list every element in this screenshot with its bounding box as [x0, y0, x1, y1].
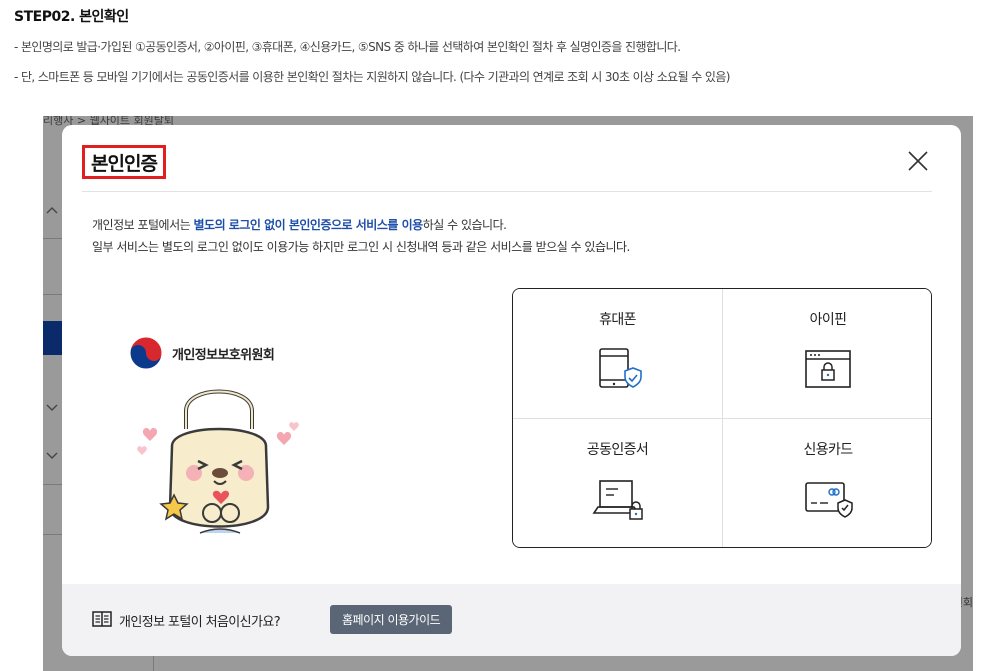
- homepage-guide-button[interactable]: 홈페이지 이용가이드: [330, 605, 453, 634]
- close-icon: [908, 151, 928, 171]
- auth-option-label: 아이핀: [809, 312, 847, 328]
- book-icon: [92, 611, 112, 627]
- identity-verification-modal: 본인인증 개인정보 포털에서는 별도의 로그인 없이 본인인증으로 서비스를 이…: [62, 125, 961, 656]
- step-description-2: - 단, 스마트폰 등 모바일 기기에서는 공동인증서를 이용한 본인확인 절차…: [14, 70, 730, 84]
- auth-option-label: 신용카드: [803, 442, 853, 458]
- chevron-down-icon: [45, 400, 59, 414]
- auth-option-credit-card[interactable]: 신용카드: [723, 419, 931, 547]
- auth-option-certificate[interactable]: 공동인증서: [513, 419, 723, 547]
- chevron-up-icon: [45, 204, 59, 218]
- auth-option-ipin[interactable]: 아이핀: [723, 289, 931, 419]
- taegeuk-emblem-icon: [129, 336, 163, 370]
- modal-footer: 개인정보 포털이 처음이신가요? 홈페이지 이용가이드: [62, 584, 961, 656]
- pipc-logo: 개인정보보호위원회: [128, 335, 275, 371]
- auth-option-mobile[interactable]: 휴대폰: [513, 289, 723, 419]
- footer-question: 개인정보 포털이 처음이신가요?: [119, 615, 281, 630]
- chevron-down-icon: [45, 448, 59, 462]
- mascot-illustration: [137, 389, 299, 534]
- divider: [43, 294, 63, 295]
- divider: [43, 238, 63, 239]
- certificate-laptop-icon: [592, 480, 643, 520]
- step-title: STEP02. 본인확인: [14, 9, 129, 25]
- intro-line-2: 일부 서비스는 별도의 로그인 없이도 이용가능 하지만 로그인 시 신청내역 …: [92, 240, 630, 254]
- close-button[interactable]: [904, 147, 932, 175]
- background-active-menu: [43, 321, 63, 355]
- ipin-window-icon: [805, 350, 851, 388]
- step-description-1: - 본인명의로 발급·가입된 ①공동인증서, ②아이핀, ③휴대폰, ④신용카드…: [14, 40, 681, 54]
- intro-text: 하실 수 있습니다.: [422, 218, 507, 232]
- intro-text: 개인정보 포털에서는: [92, 218, 194, 232]
- divider: [43, 484, 63, 485]
- auth-option-label: 공동인증서: [586, 442, 649, 458]
- credit-card-icon: [805, 482, 853, 518]
- modal-title-box: 본인인증: [82, 145, 166, 179]
- mobile-phone-icon: [598, 348, 642, 388]
- intro-highlight: 별도의 로그인 없이 본인인증으로 서비스를 이용: [193, 218, 424, 232]
- intro-line-1: 개인정보 포털에서는 별도의 로그인 없이 본인인증으로 서비스를 이용하실 수…: [92, 216, 507, 233]
- auth-option-label: 휴대폰: [599, 312, 636, 328]
- header-divider: [82, 191, 932, 192]
- auth-method-grid: 휴대폰 아이핀 공동인증서 신용카드: [512, 288, 932, 548]
- background-side-menu: [43, 204, 63, 671]
- modal-title: 본인인증: [91, 152, 158, 175]
- logo-text: 개인정보보호위원회: [172, 347, 275, 363]
- divider: [43, 534, 63, 535]
